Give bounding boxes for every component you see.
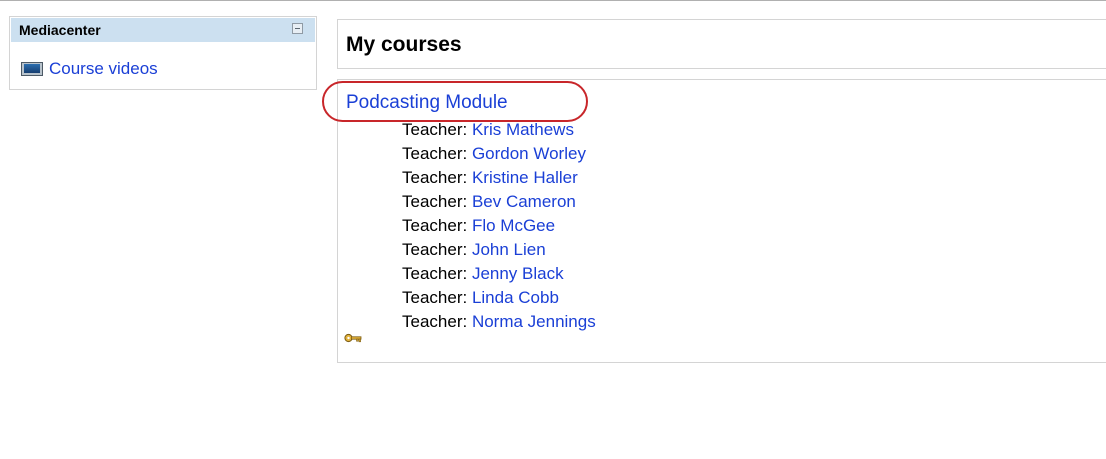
teacher-row: Teacher: Linda Cobb xyxy=(402,286,596,310)
key-icon[interactable] xyxy=(344,333,362,343)
teacher-label: Teacher: xyxy=(402,120,468,139)
tv-icon xyxy=(21,61,43,77)
teacher-list: Teacher: Kris Mathews Teacher: Gordon Wor… xyxy=(402,118,596,334)
teacher-link[interactable]: Norma Jennings xyxy=(472,312,596,331)
teacher-link[interactable]: Linda Cobb xyxy=(472,288,559,307)
block-title: Mediacenter xyxy=(19,22,101,38)
teacher-label: Teacher: xyxy=(402,168,468,187)
teacher-row: Teacher: Jenny Black xyxy=(402,262,596,286)
teacher-row: Teacher: Kris Mathews xyxy=(402,118,596,142)
teacher-label: Teacher: xyxy=(402,144,468,163)
teacher-link[interactable]: Jenny Black xyxy=(472,264,564,283)
teacher-row: Teacher: John Lien xyxy=(402,238,596,262)
teacher-label: Teacher: xyxy=(402,240,468,259)
teacher-link[interactable]: Bev Cameron xyxy=(472,192,576,211)
sidebar-item-course-videos[interactable]: Course videos xyxy=(21,59,158,79)
teacher-link[interactable]: Kristine Haller xyxy=(472,168,578,187)
block-header: Mediacenter xyxy=(11,18,315,42)
teacher-link[interactable]: Kris Mathews xyxy=(472,120,574,139)
teacher-row: Teacher: Bev Cameron xyxy=(402,190,596,214)
page-title: My courses xyxy=(346,33,462,56)
my-courses-header: My courses xyxy=(337,19,1106,69)
teacher-row: Teacher: Norma Jennings xyxy=(402,310,596,334)
mediacenter-block: Mediacenter Course videos xyxy=(9,16,317,90)
teacher-row: Teacher: Kristine Haller xyxy=(402,166,596,190)
page: Mediacenter Course videos My courses Pod… xyxy=(0,0,1106,459)
teacher-label: Teacher: xyxy=(402,288,468,307)
teacher-label: Teacher: xyxy=(402,192,468,211)
course-link[interactable]: Podcasting Module xyxy=(346,92,508,114)
teacher-row: Teacher: Flo McGee xyxy=(402,214,596,238)
teacher-label: Teacher: xyxy=(402,264,468,283)
teacher-label: Teacher: xyxy=(402,312,468,331)
course-videos-link[interactable]: Course videos xyxy=(49,59,158,79)
teacher-link[interactable]: Flo McGee xyxy=(472,216,555,235)
teacher-link[interactable]: John Lien xyxy=(472,240,546,259)
teacher-label: Teacher: xyxy=(402,216,468,235)
collapse-icon[interactable] xyxy=(292,23,303,34)
teacher-row: Teacher: Gordon Worley xyxy=(402,142,596,166)
top-divider xyxy=(0,0,1106,1)
course-box: Podcasting Module Teacher: Kris Mathews T… xyxy=(322,79,1106,363)
teacher-link[interactable]: Gordon Worley xyxy=(472,144,586,163)
